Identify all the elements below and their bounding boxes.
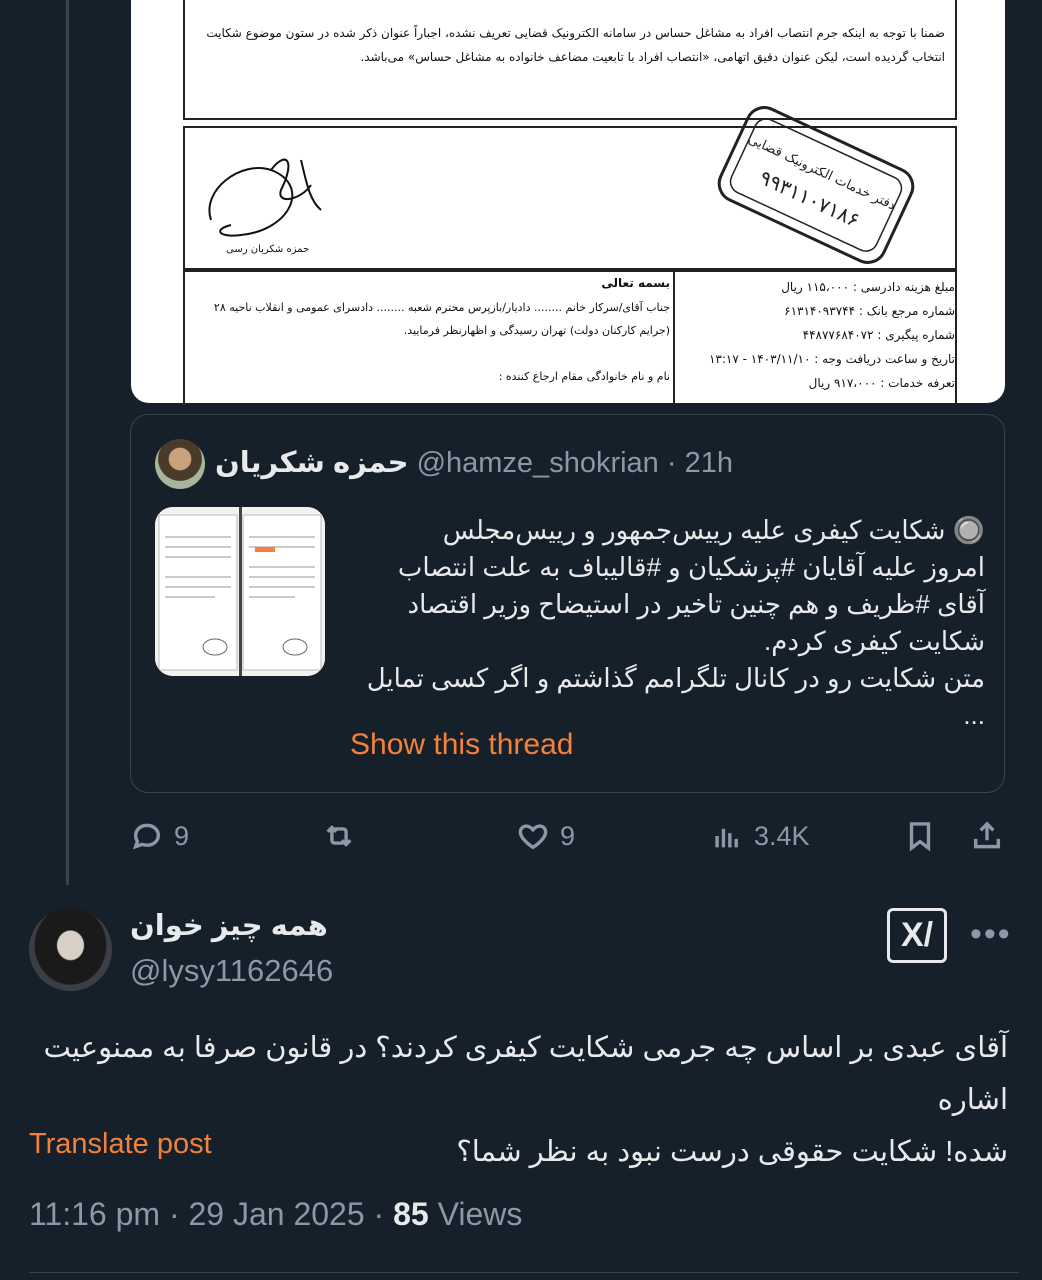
views-button[interactable]: 3.4K — [710, 819, 810, 853]
doc-fee-line: شماره پیگیری : ۴۴۸۷۷۶۸۴۰۷۲ — [802, 328, 955, 342]
author-name[interactable]: همه چیز خوان — [130, 908, 328, 943]
quoted-text-line: متن شکایت رو در کانال تلگرامم گذاشتم و ا… — [366, 663, 985, 730]
doc-bismillah: بسمه تعالی — [601, 276, 670, 290]
reply-button[interactable]: 9 — [130, 819, 189, 853]
doc-paragraph-line: انتخاب گردیده است، لیکن عنوان دقیق اتهام… — [360, 50, 945, 64]
doc-paragraph-line: ضمنا با توجه به اینکه جرم انتصاب افراد ب… — [206, 26, 945, 40]
quoted-author-name[interactable]: حمزه شکریان — [215, 447, 409, 479]
analytics-icon — [715, 828, 738, 848]
grok-icon: X/ — [900, 916, 934, 954]
separator-dot: · — [373, 1196, 385, 1232]
signature-icon — [208, 158, 322, 237]
show-thread-link[interactable]: Show this thread — [350, 728, 573, 762]
quoted-author-handle[interactable]: @hamze_shokrian — [417, 447, 659, 479]
tweet-meta: 11:16 pm · 29 Jan 2025 · 85 Views — [29, 1196, 522, 1233]
author-handle[interactable]: @lysy1162646 — [130, 953, 333, 989]
separator-dot: · — [666, 447, 677, 479]
like-count: 9 — [560, 820, 576, 851]
tweet-date[interactable]: 29 Jan 2025 — [188, 1196, 364, 1232]
tweet-views-label: Views — [437, 1196, 523, 1232]
share-icon — [973, 821, 1001, 849]
share-button[interactable] — [970, 819, 1004, 853]
stamp-icon: دفتر خدمات الکترونیک قضایی ۹۹۳۱۱۰۷۱۸۶ — [717, 106, 915, 264]
reply-count: 9 — [174, 820, 190, 851]
thread-connector-line — [66, 0, 69, 885]
quoted-text-line: شکایت کیفری کردم. — [764, 626, 985, 656]
grok-button[interactable]: X/ — [887, 908, 947, 963]
quoted-text-line: آقای #ظریف و هم چنین تاخیر در استیضاح وز… — [407, 589, 985, 619]
tweet-time[interactable]: 11:16 pm — [29, 1196, 160, 1232]
doc-address-line: (جرایم کارکنان دولت) تهران رسیدگی و اظها… — [403, 324, 670, 337]
like-button[interactable]: 9 — [516, 819, 575, 853]
document-thumbnail-icon — [155, 507, 325, 676]
reply-icon — [132, 823, 161, 850]
views-count: 3.4K — [754, 820, 810, 851]
more-options-button[interactable]: ••• — [970, 915, 1012, 954]
doc-fee-line: تاریخ و ساعت دریافت وجه : ۱۴۰۳/۱۱/۱۰ - ۱… — [708, 352, 955, 366]
quoted-text-line: 🔘 شکایت کیفری علیه رییس‌جمهور و رییس‌مجل… — [442, 515, 985, 545]
quoted-tweet-time[interactable]: 21h — [685, 447, 733, 479]
repost-icon — [326, 825, 352, 847]
author-avatar[interactable] — [29, 908, 112, 991]
quoted-author-avatar[interactable] — [155, 439, 205, 489]
repost-button[interactable] — [322, 819, 356, 853]
tweet-views-count[interactable]: 85 — [393, 1196, 429, 1232]
tweet-action-bar: 9 9 3.4K — [130, 815, 1010, 865]
doc-fee-line: تعرفه خدمات : ۹۱۷،۰۰۰ ریال — [808, 376, 955, 390]
quoted-text-line: امروز علیه آقایان #پزشکیان و #قالیباف به… — [397, 552, 985, 582]
tweet-text-line: آقای عبدی بر اساس چه جرمی شکایت کیفری کر… — [43, 1032, 1008, 1116]
bookmark-icon — [909, 822, 931, 852]
doc-fee-line: مبلغ هزینه دادرسی : ۱۱۵،۰۰۰ ریال — [781, 280, 955, 294]
doc-fee-line: شماره مرجع بانک : ۶۱۳۱۴۰۹۳۷۴۴ — [784, 304, 955, 318]
document-image[interactable]: ضمنا با توجه به اینکه جرم انتصاب افراد ب… — [131, 0, 1005, 403]
heart-icon — [518, 824, 548, 850]
quoted-tweet-header: حمزه شکریان @hamze_shokrian · 21h — [215, 445, 733, 480]
doc-address-line: نام و نام خانوادگی مقام ارجاع کننده : — [498, 370, 670, 383]
divider — [29, 1272, 1019, 1273]
signature-name: حمزه شکریان رسی — [226, 244, 310, 255]
translate-post-link[interactable]: Translate post — [29, 1128, 212, 1161]
doc-address-line: جناب آقای/سرکار خانم ........ دادیار/باز… — [213, 301, 670, 314]
quoted-tweet-text: 🔘 شکایت کیفری علیه رییس‌جمهور و رییس‌مجل… — [345, 512, 985, 734]
separator-dot: · — [168, 1196, 180, 1232]
quoted-media-thumbnail[interactable] — [155, 507, 325, 676]
bookmark-button[interactable] — [903, 819, 937, 853]
